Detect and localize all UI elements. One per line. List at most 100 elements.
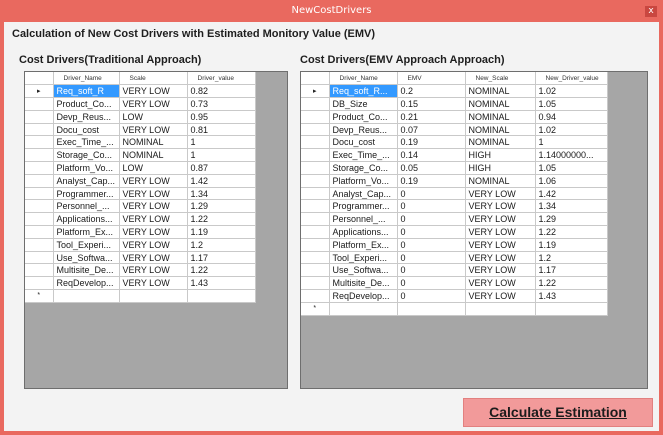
table-cell[interactable]: 1.29 <box>535 212 608 227</box>
table-cell[interactable]: 0.21 <box>397 110 466 124</box>
table-cell[interactable]: Docu_cost <box>53 123 120 137</box>
table-cell[interactable]: VERY LOW <box>465 225 536 239</box>
table-row[interactable]: Analyst_Cap... VERY LOW 1.42 <box>25 174 256 188</box>
table-row[interactable]: Applications... VERY LOW 1.22 <box>25 212 256 227</box>
column-header[interactable]: Scale <box>119 72 188 86</box>
table-cell-empty[interactable] <box>53 289 120 303</box>
table-cell[interactable]: VERY LOW <box>465 263 536 278</box>
table-cell[interactable]: Platform_Ex... <box>53 225 120 239</box>
table-row[interactable]: Platform_Vo... 0.19 NOMINAL 1.06 <box>301 174 608 188</box>
table-cell[interactable]: 0 <box>397 289 466 303</box>
table-cell[interactable]: Storage_Co... <box>53 148 120 163</box>
row-header[interactable] <box>301 161 330 175</box>
table-cell[interactable]: 1.42 <box>535 187 608 201</box>
table-row[interactable]: Tool_Experi... VERY LOW 1.2 <box>25 238 256 252</box>
table-cell[interactable]: VERY LOW <box>465 276 536 291</box>
table-cell[interactable]: 1 <box>535 135 608 150</box>
row-header[interactable] <box>25 187 54 201</box>
table-row[interactable]: Platform_Ex... 0 VERY LOW 1.19 <box>301 238 608 252</box>
table-cell[interactable]: 1.43 <box>535 289 608 303</box>
table-cell[interactable]: 1.06 <box>535 174 608 188</box>
row-header[interactable] <box>25 199 54 214</box>
row-header[interactable] <box>25 174 54 188</box>
table-row[interactable]: Tool_Experi... 0 VERY LOW 1.2 <box>301 251 608 265</box>
table-cell[interactable]: VERY LOW <box>465 238 536 252</box>
table-cell[interactable]: Analyst_Cap... <box>329 187 398 201</box>
table-cell[interactable]: 0.19 <box>397 174 466 188</box>
table-cell[interactable]: NOMINAL <box>465 135 536 150</box>
new-row[interactable]: * <box>301 302 608 316</box>
table-cell[interactable]: Product_Co... <box>329 110 398 124</box>
table-cell[interactable]: Devp_Reus... <box>53 110 120 124</box>
table-row[interactable]: Docu_cost 0.19 NOMINAL 1 <box>301 135 608 150</box>
row-header[interactable] <box>25 148 54 163</box>
table-cell-empty[interactable] <box>329 302 398 316</box>
traditional-grid[interactable]: Driver_Name Scale Driver_value ▸ Req_soft_R… <box>24 71 288 389</box>
column-header[interactable]: Driver_value <box>187 72 256 86</box>
table-cell[interactable]: 1.2 <box>187 238 256 252</box>
table-cell[interactable]: Applications... <box>329 225 398 239</box>
table-cell[interactable]: Storage_Co... <box>329 161 398 175</box>
table-cell[interactable]: 1.29 <box>187 199 256 214</box>
table-row[interactable]: Programmer... VERY LOW 1.34 <box>25 187 256 201</box>
table-cell[interactable]: 0.19 <box>397 135 466 150</box>
row-header[interactable] <box>25 251 54 265</box>
column-header[interactable]: New_Driver_value <box>535 72 608 86</box>
row-header[interactable] <box>301 225 330 239</box>
emv-grid[interactable]: Driver_Name EMV New_Scale New_Driver_value … <box>300 71 648 389</box>
row-header[interactable] <box>25 212 54 227</box>
table-cell[interactable]: Exec_Time_... <box>53 135 120 150</box>
table-row[interactable]: Multisite_De... VERY LOW 1.22 <box>25 263 256 278</box>
column-header[interactable]: Driver_Name <box>53 72 120 86</box>
row-header[interactable] <box>301 276 330 291</box>
row-header[interactable] <box>301 187 330 201</box>
table-cell[interactable]: DB_Size <box>329 97 398 111</box>
table-cell[interactable]: 0.2 <box>397 84 466 99</box>
table-cell[interactable]: 0 <box>397 225 466 239</box>
table-row[interactable]: Platform_Vo... LOW 0.87 <box>25 161 256 175</box>
table-cell[interactable]: 1.05 <box>535 97 608 111</box>
row-header[interactable] <box>301 238 330 252</box>
new-row[interactable]: * <box>25 289 256 303</box>
table-cell-empty[interactable] <box>397 302 466 316</box>
table-cell[interactable]: 0.05 <box>397 161 466 175</box>
table-row[interactable]: Applications... 0 VERY LOW 1.22 <box>301 225 608 239</box>
table-cell-empty[interactable] <box>187 289 256 303</box>
table-row[interactable]: ▸ Req_soft_R... 0.2 NOMINAL 1.02 <box>301 84 608 99</box>
table-cell[interactable]: 0.15 <box>397 97 466 111</box>
table-cell[interactable]: 1.05 <box>535 161 608 175</box>
table-cell[interactable]: VERY LOW <box>119 199 188 214</box>
table-cell[interactable]: VERY LOW <box>465 212 536 227</box>
table-cell[interactable]: 1.02 <box>535 84 608 99</box>
table-cell[interactable]: Product_Co... <box>53 97 120 111</box>
table-cell[interactable]: Platform_Vo... <box>329 174 398 188</box>
table-cell[interactable]: ReqDevelop... <box>329 289 398 303</box>
row-header[interactable] <box>301 199 330 214</box>
table-row[interactable]: ReqDevelop... 0 VERY LOW 1.43 <box>301 289 608 303</box>
table-row[interactable]: Devp_Reus... 0.07 NOMINAL 1.02 <box>301 123 608 137</box>
row-header[interactable] <box>301 263 330 278</box>
table-cell[interactable]: Docu_cost <box>329 135 398 150</box>
table-cell[interactable]: Use_Softwa... <box>53 251 120 265</box>
table-cell[interactable]: Programmer... <box>329 199 398 214</box>
table-cell-empty[interactable] <box>465 302 536 316</box>
row-header[interactable] <box>301 174 330 188</box>
row-header[interactable] <box>301 289 330 303</box>
table-cell[interactable]: VERY LOW <box>119 123 188 137</box>
table-cell[interactable]: VERY LOW <box>119 225 188 239</box>
table-cell[interactable]: HIGH <box>465 161 536 175</box>
table-cell[interactable]: VERY LOW <box>119 276 188 291</box>
table-cell[interactable]: VERY LOW <box>465 187 536 201</box>
table-cell[interactable]: 1.02 <box>535 123 608 137</box>
table-cell[interactable]: 0.73 <box>187 97 256 111</box>
table-row[interactable]: Product_Co... VERY LOW 0.73 <box>25 97 256 111</box>
table-cell[interactable]: NOMINAL <box>465 84 536 99</box>
row-header[interactable] <box>25 97 54 111</box>
table-cell[interactable]: 0 <box>397 276 466 291</box>
table-cell[interactable]: VERY LOW <box>119 263 188 278</box>
close-icon[interactable]: x <box>645 6 657 17</box>
table-row[interactable]: Programmer... 0 VERY LOW 1.34 <box>301 199 608 214</box>
table-cell[interactable]: Multisite_De... <box>329 276 398 291</box>
table-row[interactable]: Personnel_... VERY LOW 1.29 <box>25 199 256 214</box>
table-cell[interactable]: 0.07 <box>397 123 466 137</box>
